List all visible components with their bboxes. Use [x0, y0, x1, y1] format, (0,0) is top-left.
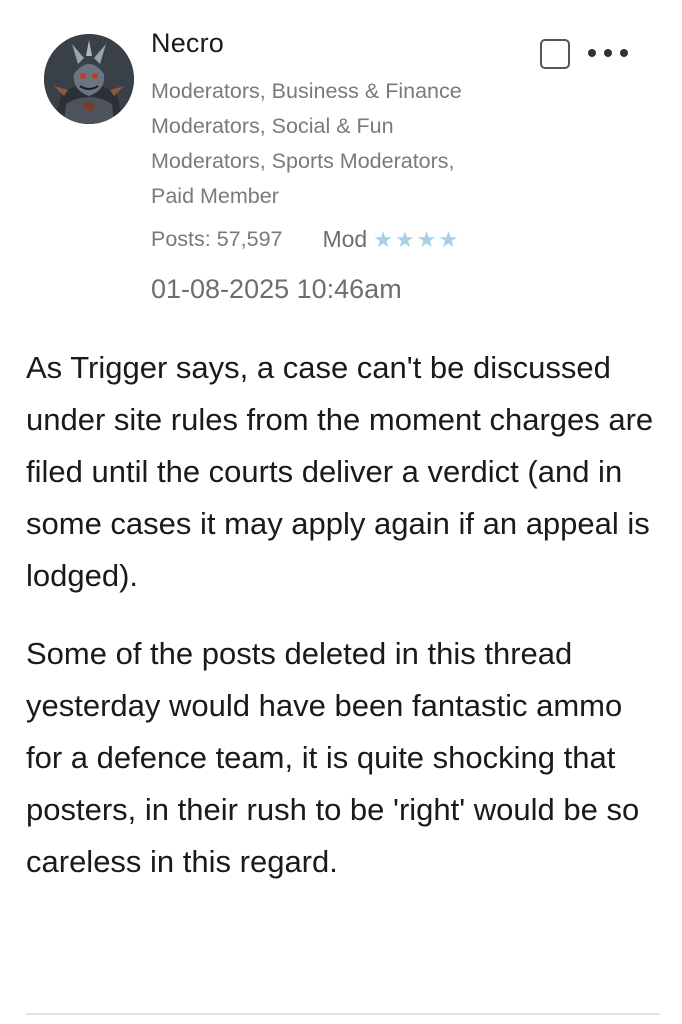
post-paragraph: As Trigger says, a case can't be discuss…	[26, 350, 654, 593]
role-line: Paid Member	[151, 184, 279, 208]
star-icon: ★	[394, 226, 415, 252]
dot	[604, 49, 612, 57]
rank-label: Mod	[322, 226, 368, 252]
role-line: Moderators, Business & Finance	[151, 79, 462, 103]
post-divider	[26, 1013, 660, 1015]
forum-post: Necro Moderators, Business & Finance Mod…	[0, 0, 682, 1024]
dot	[588, 49, 596, 57]
role-line: Moderators, Social & Fun	[151, 114, 394, 138]
avatar[interactable]	[44, 34, 134, 124]
warrior-avatar-icon	[44, 34, 134, 124]
dot	[620, 49, 628, 57]
select-post-checkbox[interactable]	[540, 39, 570, 69]
role-line: Moderators, Sports Moderators,	[151, 149, 455, 173]
author-stats: Posts: 57,597 Mod ★ ★ ★ ★	[151, 226, 458, 253]
star-icon: ★	[416, 226, 437, 252]
author-name[interactable]: Necro	[151, 28, 224, 59]
star-icon: ★	[373, 226, 393, 252]
post-paragraph: Some of the posts deleted in this thread…	[26, 636, 640, 879]
star-icon: ★	[438, 226, 459, 252]
post-body: As Trigger says, a case can't be discuss…	[26, 342, 666, 914]
rank-stars: ★ ★ ★ ★	[373, 226, 459, 252]
author-roles: Moderators, Business & Finance Moderator…	[151, 74, 531, 214]
post-timestamp[interactable]: 01-08-2025 10:46am	[151, 274, 402, 305]
posts-count: Posts: 57,597	[151, 227, 283, 251]
more-options-icon[interactable]	[588, 46, 628, 60]
